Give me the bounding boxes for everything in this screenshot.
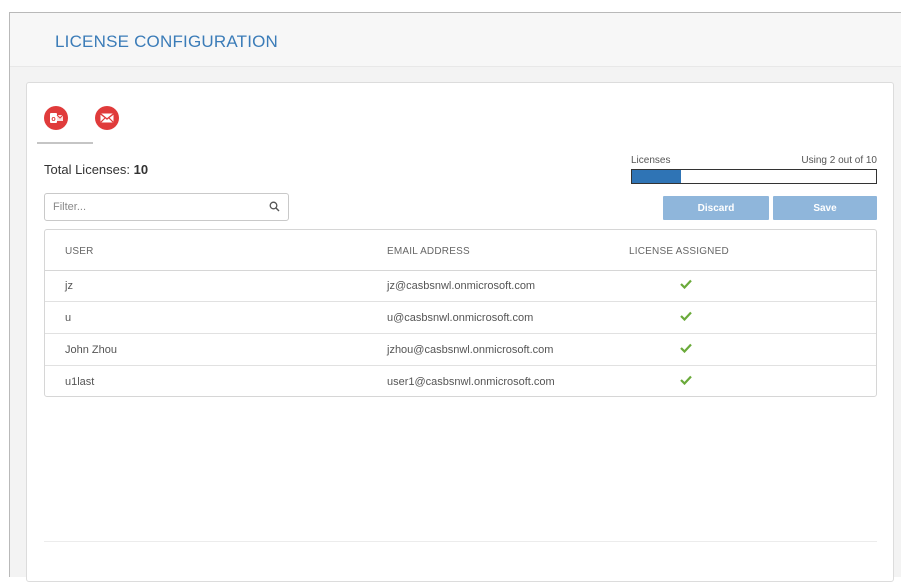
page-title: LICENSE CONFIGURATION — [55, 32, 279, 51]
user-cell: u — [65, 312, 72, 324]
search-icon — [269, 201, 280, 212]
user-cell: u1last — [65, 376, 95, 388]
page-header: LICENSE CONFIGURATION — [10, 13, 901, 67]
outlook-icon: o — [44, 106, 68, 130]
email-cell: user1@casbsnwl.onmicrosoft.com — [387, 376, 555, 388]
email-cell: u@casbsnwl.onmicrosoft.com — [387, 312, 534, 324]
licenses-label: Licenses — [631, 155, 671, 166]
check-icon[interactable] — [680, 343, 692, 353]
users-table: USER EMAIL ADDRESS LICENSE ASSIGNED jz j… — [44, 229, 877, 397]
column-header-user[interactable]: USER — [65, 246, 94, 257]
mail-icon — [95, 106, 119, 130]
total-licenses-label: Total Licenses: — [44, 162, 130, 177]
save-button[interactable]: Save — [773, 196, 877, 220]
license-panel: o Total Licenses: 10 Licenses Using 2 ou… — [26, 82, 894, 582]
total-licenses-value: 10 — [133, 162, 149, 177]
table-row[interactable]: u1last user1@casbsnwl.onmicrosoft.com — [45, 366, 876, 398]
email-cell: jzhou@casbsnwl.onmicrosoft.com — [387, 344, 554, 356]
license-progress-bar — [631, 169, 877, 184]
tab-outlook[interactable]: o — [43, 105, 69, 131]
filter-box — [44, 193, 289, 221]
total-licenses: Total Licenses: 10 — [44, 162, 148, 177]
user-cell: John Zhou — [65, 344, 117, 356]
discard-button[interactable]: Discard — [663, 196, 769, 220]
table-row[interactable]: u u@casbsnwl.onmicrosoft.com — [45, 302, 876, 334]
filter-input[interactable] — [45, 194, 263, 220]
column-header-email[interactable]: EMAIL ADDRESS — [387, 246, 470, 257]
column-header-license-assigned[interactable]: LICENSE ASSIGNED — [629, 246, 729, 257]
check-icon[interactable] — [680, 279, 692, 289]
active-tab-indicator — [37, 142, 93, 144]
user-cell: jz — [65, 280, 73, 292]
check-icon[interactable] — [680, 311, 692, 321]
email-cell: jz@casbsnwl.onmicrosoft.com — [387, 280, 536, 292]
table-header: USER EMAIL ADDRESS LICENSE ASSIGNED — [45, 230, 876, 271]
tab-mail[interactable] — [94, 105, 120, 131]
license-progress-fill — [632, 170, 681, 183]
licenses-usage-text: Using 2 out of 10 — [801, 155, 877, 166]
svg-text:o: o — [51, 116, 55, 123]
footer-divider — [44, 541, 877, 542]
check-icon[interactable] — [680, 375, 692, 385]
table-row[interactable]: jz jz@casbsnwl.onmicrosoft.com — [45, 270, 876, 302]
app-frame: LICENSE CONFIGURATION o Total Licenses: … — [9, 12, 901, 582]
table-row[interactable]: John Zhou jzhou@casbsnwl.onmicrosoft.com — [45, 334, 876, 366]
